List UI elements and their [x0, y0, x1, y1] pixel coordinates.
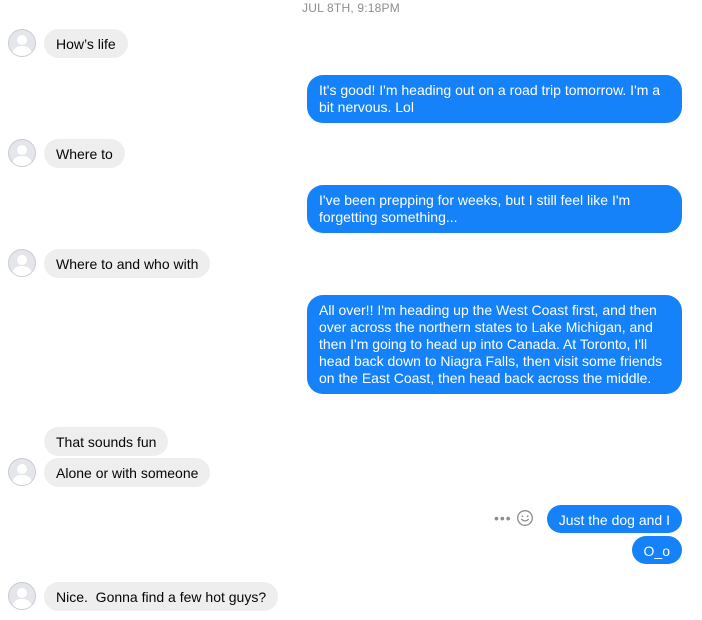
- message-actions: •••: [494, 509, 534, 527]
- outgoing-message[interactable]: I've been prepping for weeks, but I stil…: [307, 185, 682, 233]
- incoming-message[interactable]: Where to and who with: [44, 249, 211, 278]
- default-avatar-icon: [12, 255, 32, 276]
- incoming-message[interactable]: Alone or with someone: [44, 458, 211, 487]
- contact-avatar[interactable]: [8, 458, 36, 486]
- default-avatar-icon: [12, 145, 32, 166]
- more-dots-icon[interactable]: •••: [494, 511, 512, 525]
- contact-avatar[interactable]: [8, 29, 36, 57]
- incoming-message[interactable]: That sounds fun: [44, 427, 169, 456]
- incoming-message[interactable]: Where to: [44, 139, 125, 168]
- emoji-smile-icon[interactable]: [516, 509, 534, 527]
- default-avatar-icon: [12, 588, 32, 609]
- default-avatar-icon: [12, 464, 32, 485]
- thread-timestamp: JUL 8TH, 9:18PM: [302, 1, 400, 15]
- outgoing-message[interactable]: It's good! I'm heading out on a road tri…: [307, 75, 682, 123]
- contact-avatar[interactable]: [8, 249, 36, 277]
- outgoing-message[interactable]: Just the dog and I: [546, 505, 682, 533]
- contact-avatar[interactable]: [8, 139, 36, 167]
- contact-avatar[interactable]: [8, 582, 36, 610]
- incoming-message[interactable]: How’s life: [44, 29, 128, 58]
- outgoing-message[interactable]: O_o: [631, 536, 682, 564]
- outgoing-message[interactable]: All over!! I'm heading up the West Coast…: [307, 295, 682, 394]
- default-avatar-icon: [12, 35, 32, 56]
- incoming-message[interactable]: Nice. Gonna find a few hot guys?: [44, 582, 279, 611]
